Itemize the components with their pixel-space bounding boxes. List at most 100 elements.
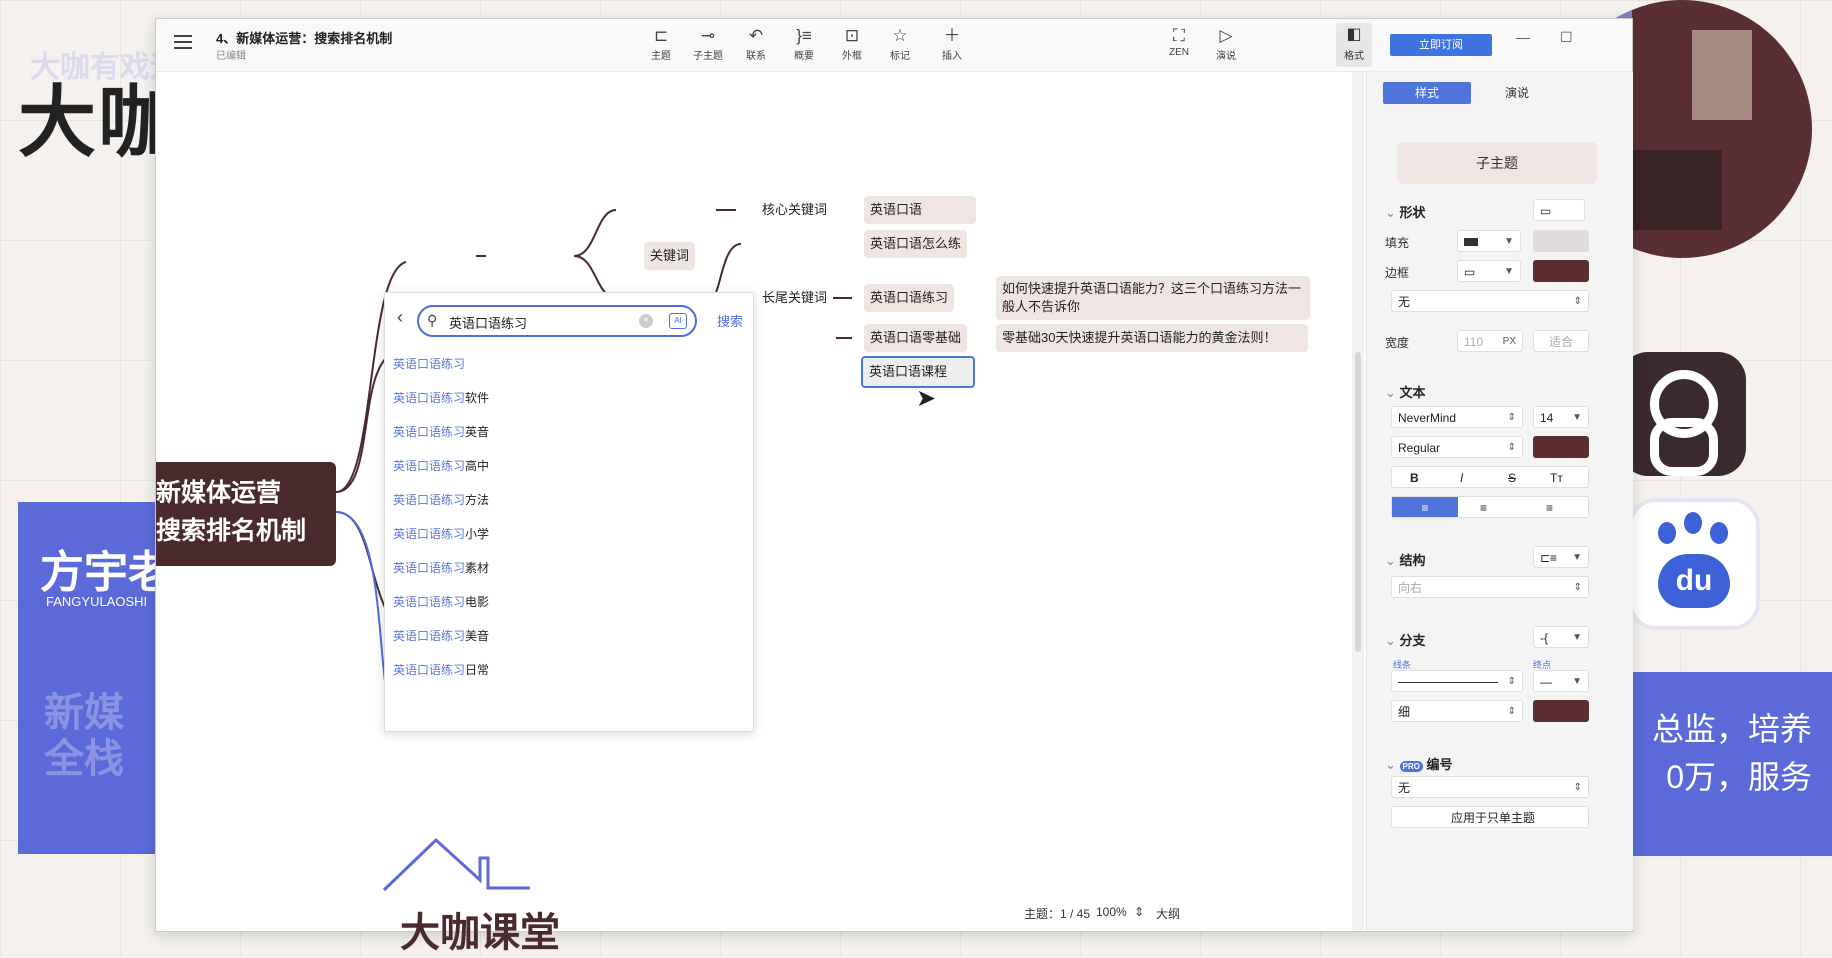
mindmap-canvas[interactable]: 新媒体运营 搜索排名机制 关键词 核心关键词 长尾关键词 英语口语 英语口语怎么… [156, 72, 1352, 876]
pitch-button[interactable]: ▷ 演说 [1206, 25, 1246, 62]
chevron-down-icon: ▼ [1572, 632, 1582, 643]
updown-icon: ⇕ [1507, 706, 1516, 717]
format-panel-button[interactable]: ◧ 格式 [1336, 23, 1372, 67]
updown-icon: ⇕ [1573, 296, 1582, 307]
maximize-icon[interactable]: ☐ [1560, 29, 1573, 46]
menu-icon[interactable] [174, 35, 192, 49]
topic-zero-basics[interactable]: 英语口语零基础 [864, 324, 968, 352]
suggestion-item[interactable]: 英语口语练习日常 [393, 659, 489, 681]
subtopic-button[interactable]: ⊸ 子主题 [688, 25, 728, 62]
vertical-scrollbar[interactable] [1352, 72, 1364, 930]
suggestion-item[interactable]: 英语口语练习高中 [393, 455, 489, 477]
tab-pitch[interactable]: 演说 [1473, 82, 1561, 104]
align-left-icon[interactable]: ≡ [1392, 497, 1458, 517]
plus-icon: ＋ [943, 26, 961, 45]
zen-button[interactable]: ⛶ ZEN [1159, 25, 1199, 58]
outline-button[interactable]: 大纲 [1156, 905, 1180, 922]
intro-line-1: 总监，培养 [1651, 711, 1812, 747]
strikethrough-button[interactable]: S [1508, 467, 1516, 489]
boundary-button[interactable]: ⊡ 外框 [832, 25, 872, 62]
zoom-level[interactable]: 100% [1096, 905, 1127, 919]
search-input[interactable] [447, 311, 631, 333]
topic-longtail-keyword[interactable]: 长尾关键词 [756, 284, 834, 312]
topic-practice[interactable]: 英语口语练习 [864, 284, 955, 312]
suggestion-item[interactable]: 英语口语练习英音 [393, 421, 489, 443]
direction-select[interactable]: 向右 ⇕ [1391, 576, 1589, 598]
suggestion-item[interactable]: 英语口语练习软件 [393, 387, 489, 409]
align-right-icon[interactable]: ≡ [1546, 497, 1553, 519]
font-size-select[interactable]: 14 ▼ [1533, 406, 1589, 428]
structure-icon: ⊏≡ [1540, 551, 1558, 565]
clear-icon[interactable]: × [639, 314, 653, 328]
topic-button[interactable]: ⊏ 主题 [641, 25, 681, 62]
line-end-select[interactable]: — ▼ [1533, 670, 1589, 692]
root-topic[interactable]: 新媒体运营 搜索排名机制 [156, 462, 336, 566]
subscribe-button[interactable]: 立即订阅 [1390, 34, 1492, 56]
format-panel: 样式 演说 子主题 形状 ▭ 填充 ▼ 边框 ▭▼ 无⇕ 宽度 110PX 适合… [1366, 72, 1633, 930]
topic-english-speaking[interactable]: 英语口语 [864, 196, 976, 224]
fullscreen-icon: ⛶ [1173, 26, 1185, 45]
section-structure[interactable]: 结构 [1385, 550, 1426, 569]
ai-icon[interactable]: AI [669, 313, 687, 329]
mouse-cursor-icon: ➤ [916, 385, 937, 412]
star-icon: ☆ [892, 26, 908, 45]
tab-style[interactable]: 样式 [1383, 82, 1471, 104]
kuaishou-logo-icon [1620, 352, 1746, 476]
text-case-button[interactable]: Tт [1550, 467, 1563, 489]
logo-text: 大咖课堂 [400, 911, 560, 955]
topic-core-keyword[interactable]: 核心关键词 [756, 196, 834, 224]
font-weight-select[interactable]: Regular ⇕ [1391, 436, 1523, 458]
fill-select[interactable]: ▼ [1457, 230, 1521, 252]
chevron-down-icon: ▼ [1572, 412, 1582, 423]
suggestion-item[interactable]: 英语口语练习电影 [393, 591, 489, 613]
line-style-select[interactable]: ⇕ [1391, 670, 1523, 692]
note-zero-basics[interactable]: 零基础30天快速提升英语口语能力的黄金法则！ [996, 324, 1308, 352]
zoom-stepper-icon[interactable]: ⇕ [1134, 905, 1144, 919]
shape-select[interactable]: ▭ [1533, 199, 1585, 221]
text-color-swatch[interactable] [1533, 436, 1589, 458]
border-style-select[interactable]: 无 ⇕ [1391, 290, 1589, 312]
align-center-icon[interactable]: ≡ [1480, 497, 1487, 519]
suggestion-item[interactable]: 英语口语练习素材 [393, 557, 489, 579]
pro-badge: PRO [1399, 761, 1423, 772]
italic-button[interactable]: I [1460, 467, 1463, 489]
summary-button[interactable]: }≡ 概要 [784, 25, 824, 62]
chevron-down-icon: ▼ [1504, 266, 1514, 277]
style-preview[interactable]: 子主题 [1397, 142, 1597, 184]
topic-how-to-practice[interactable]: 英语口语怎么练 [864, 230, 968, 258]
branch-color-swatch[interactable] [1533, 700, 1589, 722]
app-window: 4、新媒体运营：搜索排名机制 已编辑 ⊏ 主题 ⊸ 子主题 ↶ 联系 }≡ 概要 ⊡ 外框… [155, 18, 1633, 932]
search-box[interactable]: ⚲ × AI [417, 305, 697, 337]
section-branch[interactable]: 分支 [1385, 630, 1426, 649]
fill-color-swatch[interactable] [1533, 230, 1589, 252]
note-practice-tips[interactable]: 如何快速提升英语口语能力？这三个口语练习方法一般人不告诉你 [996, 276, 1310, 320]
section-text[interactable]: 文本 [1385, 382, 1426, 401]
width-label: 宽度 [1385, 336, 1410, 350]
fit-button[interactable]: 适合 [1533, 330, 1589, 352]
suggestion-item[interactable]: 英语口语练习小学 [393, 523, 489, 545]
bold-button[interactable]: B [1410, 467, 1419, 489]
relationship-button[interactable]: ↶ 联系 [736, 25, 776, 62]
structure-select[interactable]: ⊏≡ ▼ [1533, 546, 1589, 568]
search-button[interactable]: 搜索 [717, 311, 743, 330]
insert-button[interactable]: ＋插入 [932, 25, 972, 62]
section-numbering[interactable]: PRO 编号 [1385, 754, 1453, 773]
branch-style-select[interactable]: -{▼ [1533, 626, 1589, 648]
presenter-pinyin: FANGYULAOSHI [46, 594, 148, 609]
border-color-swatch[interactable] [1533, 260, 1589, 282]
apply-button[interactable]: 应用于只单主题 [1391, 806, 1589, 828]
border-select[interactable]: ▭ ▼ [1457, 260, 1521, 282]
width-input[interactable]: 110 PX [1457, 330, 1523, 352]
numbering-select[interactable]: 无 ⇕ [1391, 776, 1589, 798]
back-arrow-icon[interactable]: ‹ [397, 307, 403, 328]
minimize-icon[interactable]: — [1516, 29, 1530, 45]
section-shape[interactable]: 形状 [1385, 202, 1426, 221]
marker-button[interactable]: ☆ 标记 [880, 25, 920, 62]
suggestion-item[interactable]: 英语口语练习美音 [393, 625, 489, 647]
topic-keyword[interactable]: 关键词 [644, 242, 696, 270]
suggestion-item[interactable]: 英语口语练习 [393, 353, 465, 375]
font-family-select[interactable]: NeverMind ⇕ [1391, 406, 1523, 428]
line-weight-select[interactable]: 细 ⇕ [1391, 700, 1523, 722]
suggestion-item[interactable]: 英语口语练习方法 [393, 489, 489, 511]
chevron-down-icon: ▼ [1504, 236, 1514, 247]
